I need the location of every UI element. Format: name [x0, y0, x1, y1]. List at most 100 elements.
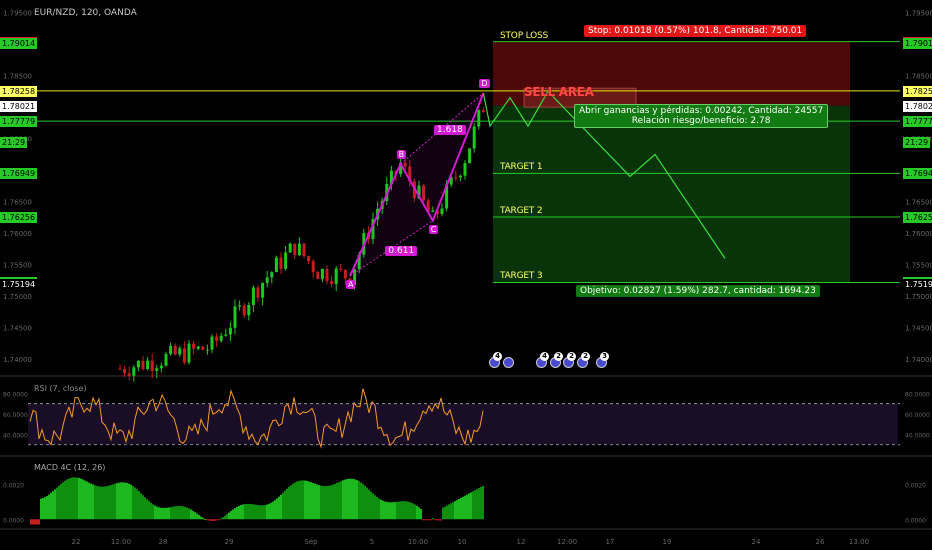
macd-bar — [126, 482, 128, 520]
macd-bar — [240, 505, 242, 520]
candle-body — [311, 261, 315, 272]
macd-bar — [314, 483, 316, 520]
macd-bar — [184, 506, 186, 520]
rsi-tick-left: 40.0000 — [3, 432, 28, 439]
macd-bar — [440, 519, 442, 521]
macd-bar — [196, 513, 198, 520]
macd-bar — [386, 501, 388, 520]
macd-bar — [298, 480, 300, 520]
price-tag-left: 1.76256 — [0, 212, 38, 224]
pnl-info-box: Abrir ganancias y pérdidas: 0.00242, Can… — [574, 103, 829, 128]
macd-bar — [76, 477, 78, 520]
macd-bar — [348, 478, 350, 520]
macd-bar — [218, 519, 220, 521]
candle-body — [118, 368, 122, 370]
macd-bar — [254, 504, 256, 520]
macd-bar — [284, 490, 286, 520]
macd-bar — [410, 502, 412, 520]
macd-bar — [396, 501, 398, 520]
event-count-badge: 2 — [581, 352, 590, 361]
macd-bar — [182, 506, 184, 520]
macd-bar — [200, 516, 202, 520]
macd-bar — [316, 484, 318, 520]
macd-bar — [424, 519, 426, 521]
price-tick-right: 1.79500 — [905, 10, 932, 18]
macd-bar — [262, 505, 264, 520]
macd-bar — [176, 506, 178, 520]
event-count-badge: 2 — [554, 352, 563, 361]
price-tick-left: 1.76500 — [3, 199, 32, 207]
macd-bar — [90, 483, 92, 520]
candle-body — [219, 335, 223, 341]
macd-bar — [378, 498, 380, 520]
macd-bar — [400, 501, 402, 520]
chart-canvas[interactable]: 1.795001.795001.785001.785001.780001.780… — [0, 0, 932, 550]
macd-bar — [304, 480, 306, 520]
macd-bar — [34, 519, 36, 525]
price-tick-left: 1.79500 — [3, 10, 32, 18]
macd-bar — [416, 505, 418, 520]
sell-area-label: SELL AREA — [524, 85, 594, 100]
macd-bar — [228, 512, 230, 520]
macd-bar — [162, 507, 164, 520]
macd-bar — [474, 490, 476, 520]
candle-body — [169, 345, 173, 354]
macd-bar — [468, 493, 470, 520]
macd-bar — [244, 504, 246, 520]
macd-bar — [32, 519, 34, 525]
event-count-badge: 4 — [493, 352, 502, 361]
pnl-line-1: Abrir ganancias y pérdidas: 0.00242, Can… — [579, 105, 824, 116]
macd-bar — [194, 512, 196, 520]
fib-ratio-ab: 0.611 — [385, 246, 418, 257]
macd-bar — [366, 487, 368, 520]
macd-bar — [132, 485, 134, 520]
macd-bar — [352, 478, 354, 520]
macd-bar — [336, 482, 338, 520]
candle-body — [164, 353, 168, 366]
candle-body — [297, 243, 301, 256]
candle-body — [302, 243, 306, 257]
macd-bar — [258, 505, 260, 520]
time-tick-label: 10 — [458, 538, 467, 546]
candle-body — [141, 360, 145, 370]
macd-bar — [462, 496, 464, 520]
price-tick-right: 1.75000 — [905, 293, 932, 301]
macd-bar — [226, 514, 228, 520]
macd-bar — [256, 504, 258, 520]
macd-bar — [62, 482, 64, 520]
candle-body — [187, 343, 191, 363]
price-tag-left: 1.78021 — [0, 100, 38, 112]
price-tick-left: 1.76000 — [3, 230, 32, 238]
trading-chart[interactable]: 1.795001.795001.785001.785001.780001.780… — [0, 0, 932, 550]
macd-bar — [306, 480, 308, 520]
rsi-tick-left: 80.0000 — [3, 391, 28, 398]
time-tick-label: 29 — [225, 538, 234, 546]
time-tick-label: 12:00 — [557, 538, 577, 546]
macd-bar — [88, 482, 90, 520]
candle-body — [247, 305, 251, 316]
price-tag-right: 1.76256 — [903, 212, 932, 224]
candle-body — [228, 327, 232, 335]
macd-bar — [114, 483, 116, 520]
candle-body — [205, 349, 209, 351]
candle-body — [215, 336, 219, 341]
macd-bar — [30, 519, 32, 525]
macd-bar — [190, 509, 192, 520]
macd-bar — [286, 488, 288, 520]
candle-body — [330, 281, 334, 285]
candle-body — [334, 268, 338, 285]
macd-bar — [164, 507, 166, 520]
symbol-label: EUR/NZD, 120, OANDA — [34, 8, 137, 18]
price-tag-right: 1.76949 — [903, 168, 932, 180]
macd-bar — [430, 519, 432, 521]
macd-bar — [346, 479, 348, 520]
candle-body — [481, 110, 485, 113]
price-tag-right: 21:29 — [903, 136, 931, 148]
time-tick-label: 17 — [606, 538, 615, 546]
macd-bar — [178, 506, 180, 520]
stop-loss-label: STOP LOSS — [500, 30, 548, 41]
event-marker[interactable] — [503, 357, 514, 368]
macd-bar — [460, 497, 462, 520]
macd-bar — [70, 477, 72, 520]
candle-body — [242, 305, 246, 316]
